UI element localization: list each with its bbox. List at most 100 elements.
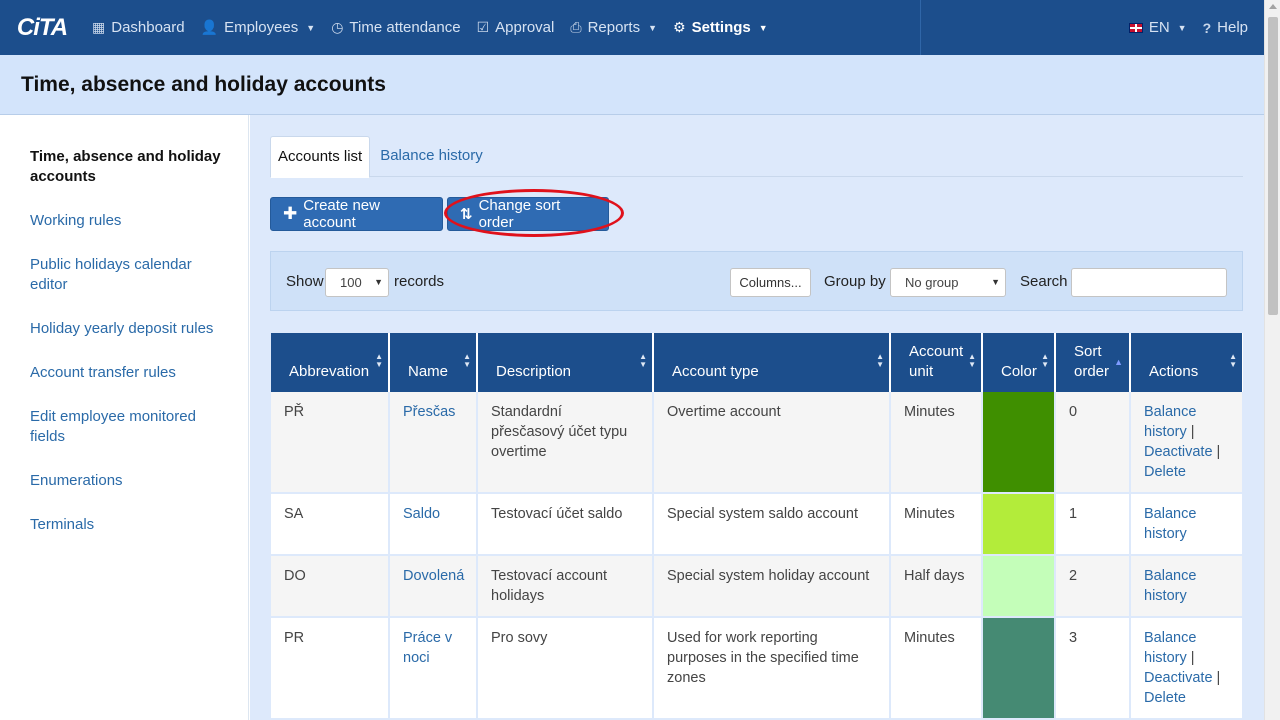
sidebar: Time, absence and holiday accounts Worki… [0, 115, 249, 720]
cell-unit: Half days [890, 555, 983, 618]
nav-dashboard[interactable]: ▦ Dashboard [84, 0, 193, 55]
page-size-select[interactable]: 100 ▼ [325, 268, 389, 297]
col-header-description[interactable]: Description ▲ ▼ [477, 333, 654, 392]
balance-history-link[interactable]: Balance history [1144, 404, 1196, 440]
col-header-color[interactable]: Color ▲ ▼ [982, 333, 1056, 392]
sort-icon: ▲ ▼ [1229, 352, 1237, 369]
balance-history-link[interactable]: Balance history [1144, 506, 1196, 542]
balance-history-link[interactable]: Balance history [1144, 568, 1196, 604]
deactivate-link[interactable]: Deactivate [1144, 670, 1213, 686]
delete-link[interactable]: Delete [1144, 690, 1186, 706]
nav-divider [920, 0, 921, 55]
check-square-icon: ☑ [476, 19, 490, 35]
sidebar-item-account-transfer[interactable]: Account transfer rules [30, 363, 228, 383]
sort-icon: ▲ ▼ [375, 352, 383, 369]
create-account-label: Create new account [303, 197, 380, 231]
cell-color [982, 617, 1056, 720]
cell-unit: Minutes [890, 617, 983, 720]
balance-history-link[interactable]: Balance history [1144, 630, 1196, 666]
cell-sort-order: 2 [1055, 555, 1131, 618]
col-header-account-type[interactable]: Account type ▲ ▼ [653, 333, 891, 392]
nav-reports[interactable]: ⎙ Reports ▼ [562, 0, 665, 55]
language-selector[interactable]: EN ▼ [1121, 0, 1195, 55]
page-scrollbar[interactable] [1264, 0, 1280, 720]
sidebar-item-accounts[interactable]: Time, absence and holiday accounts [30, 147, 228, 187]
columns-button[interactable]: Columns... [730, 268, 811, 297]
color-swatch [983, 392, 1054, 492]
caret-down-icon: ▼ [1177, 22, 1187, 33]
nav-employees[interactable]: 👤 Employees ▼ [193, 0, 324, 55]
sidebar-item-monitored-fields[interactable]: Edit employee monitored fields [30, 407, 228, 447]
cell-actions: Balance history | Deactivate | Delete [1130, 392, 1243, 494]
col-label: Sort order [1074, 343, 1110, 380]
col-label: Abbrevation [289, 363, 370, 380]
sort-arrows-icon: ⇅ [460, 206, 473, 223]
table-header-row: Abbrevation ▲ ▼ Name ▲ ▼ Description ▲ ▼ Accou… [271, 333, 1243, 392]
group-by-label: Group by [824, 273, 886, 290]
cell-name-link[interactable]: Dovolená [389, 555, 478, 618]
sidebar-item-holiday-deposit[interactable]: Holiday yearly deposit rules [30, 319, 228, 339]
nav-label: Approval [495, 19, 555, 36]
table-row: DO Dovolená Testovací account holidays S… [271, 555, 1243, 618]
tab-bar: Accounts list Balance history [270, 136, 1243, 178]
caret-down-icon: ▼ [306, 22, 316, 33]
scroll-up-arrow-icon[interactable] [1269, 4, 1277, 9]
group-by-select[interactable]: No group ▼ [890, 268, 1006, 297]
scroll-thumb[interactable] [1268, 17, 1278, 315]
table-row: SA Saldo Testovací účet saldo Special sy… [271, 493, 1243, 556]
grid-icon: ▦ [92, 19, 106, 35]
cell-unit: Minutes [890, 392, 983, 494]
cell-name-link[interactable]: Práce v noci [389, 617, 478, 720]
col-label: Name [408, 363, 449, 380]
nav-time-attendance[interactable]: ◷ Time attendance [323, 0, 468, 55]
uk-flag-icon [1128, 22, 1143, 33]
cell-actions: Balance history | Deactivate | Delete [1130, 617, 1243, 720]
cell-abbr: PR [271, 617, 390, 720]
user-icon: 👤 [200, 19, 219, 35]
sidebar-item-enumerations[interactable]: Enumerations [30, 471, 228, 491]
deactivate-link[interactable]: Deactivate [1144, 444, 1213, 460]
tab-accounts-list[interactable]: Accounts list [270, 136, 371, 178]
cell-color [982, 392, 1056, 494]
change-sort-order-button[interactable]: ⇅ Change sort order [447, 197, 609, 231]
help-link[interactable]: ? Help [1195, 0, 1256, 55]
cell-sort-order: 0 [1055, 392, 1131, 494]
cell-sort-order: 1 [1055, 493, 1131, 556]
col-header-actions[interactable]: Actions ▲ ▼ [1130, 333, 1243, 392]
col-header-abbrevation[interactable]: Abbrevation ▲ ▼ [271, 333, 390, 392]
color-swatch [983, 556, 1054, 616]
caret-down-icon: ▼ [648, 22, 658, 33]
cell-abbr: SA [271, 493, 390, 556]
group-by-value: No group [905, 275, 959, 290]
filter-bar: Show 100 ▼ records Columns... Group by N… [270, 251, 1243, 311]
sidebar-item-public-holidays[interactable]: Public holidays calendar editor [30, 255, 228, 295]
col-header-account-unit[interactable]: Account unit ▲ ▼ [890, 333, 983, 392]
cell-account-type: Special system saldo account [653, 493, 891, 556]
table-row: PŘ Přesčas Standardní přesčasový účet ty… [271, 392, 1243, 494]
page-size-value: 100 [340, 275, 362, 290]
search-input[interactable] [1071, 268, 1227, 297]
sidebar-item-working-rules[interactable]: Working rules [30, 211, 228, 231]
nav-settings[interactable]: ⚙ Settings ▼ [665, 0, 776, 55]
create-account-button[interactable]: ✚ Create new account [270, 197, 443, 231]
accounts-table-wrapper: Abbrevation ▲ ▼ Name ▲ ▼ Description ▲ ▼ Accou… [271, 333, 1243, 720]
app-logo[interactable]: CiTA [0, 0, 84, 55]
tab-balance-history[interactable]: Balance history [370, 136, 493, 177]
col-header-sort-order[interactable]: Sort order ▲ [1055, 333, 1131, 392]
records-label: records [394, 273, 445, 290]
cell-name-link[interactable]: Saldo [389, 493, 478, 556]
cell-name-link[interactable]: Přesčas [389, 392, 478, 494]
col-label: Account type [672, 363, 759, 380]
cell-description: Testovací account holidays [477, 555, 654, 618]
delete-link[interactable]: Delete [1144, 464, 1186, 480]
nav-approval[interactable]: ☑ Approval [469, 0, 563, 55]
cell-description: Testovací účet saldo [477, 493, 654, 556]
col-header-name[interactable]: Name ▲ ▼ [389, 333, 478, 392]
cell-account-type: Overtime account [653, 392, 891, 494]
cell-actions: Balance history [1130, 493, 1243, 556]
change-sort-order-label: Change sort order [478, 197, 561, 231]
cell-sort-order: 3 [1055, 617, 1131, 720]
cell-color [982, 555, 1056, 618]
sort-icon: ▲ ▼ [876, 352, 884, 369]
sidebar-item-terminals[interactable]: Terminals [30, 515, 228, 535]
